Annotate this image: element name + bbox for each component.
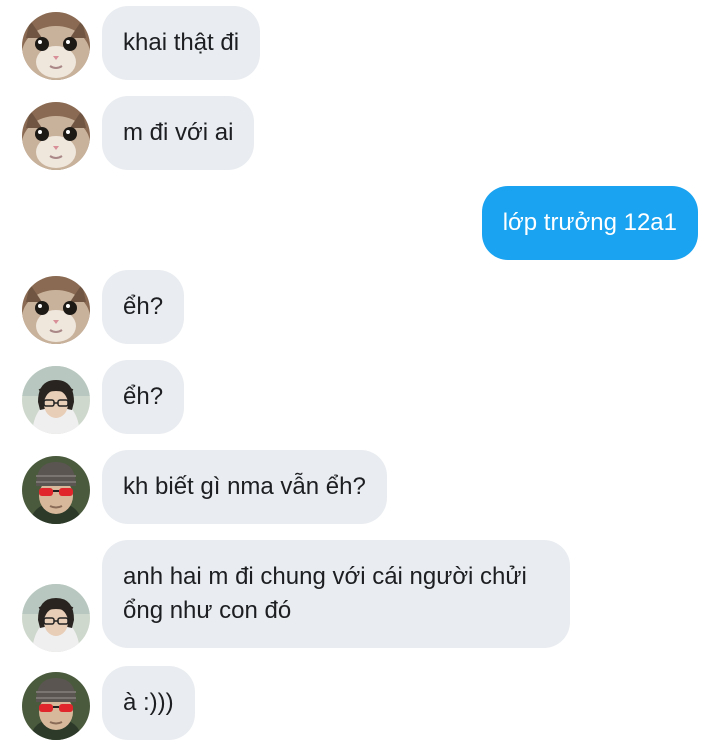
message-text: anh hai m đi chung với cái người chửi ổn… xyxy=(123,563,527,624)
chat-thread: khai thật đi m đi với ai lớp trưởng 12a1… xyxy=(0,0,720,750)
message-bubble[interactable]: à :))) xyxy=(102,666,195,740)
message-text: ểh? xyxy=(123,383,164,410)
message-bubble[interactable]: m đi với ai xyxy=(102,96,255,170)
message-text: kh biết gì nma vẫn ểh? xyxy=(123,473,366,500)
message-text: m đi với ai xyxy=(123,119,234,146)
outgoing-message-bubble[interactable]: lớp trưởng 12a1 xyxy=(481,186,698,260)
message-text: lớp trưởng 12a1 xyxy=(502,209,677,236)
beanie-guy-avatar-icon[interactable] xyxy=(22,672,90,740)
message-bubble[interactable]: anh hai m đi chung với cái người chửi ổn… xyxy=(102,540,570,648)
message-text: khai thật đi xyxy=(123,29,240,56)
message-bubble[interactable]: ểh? xyxy=(102,270,185,344)
message-bubble[interactable]: khai thật đi xyxy=(102,6,261,80)
hoodie-girl-avatar-icon[interactable] xyxy=(22,584,90,652)
message-bubble[interactable]: kh biết gì nma vẫn ểh? xyxy=(102,450,387,524)
cat-avatar-icon[interactable] xyxy=(22,12,90,80)
hoodie-girl-avatar-icon[interactable] xyxy=(22,366,90,434)
beanie-guy-avatar-icon[interactable] xyxy=(22,456,90,524)
cat-avatar-icon[interactable] xyxy=(22,276,90,344)
message-bubble[interactable]: ểh? xyxy=(102,360,185,434)
message-text: ểh? xyxy=(123,293,164,320)
message-text: à :))) xyxy=(123,689,174,716)
cat-avatar-icon[interactable] xyxy=(22,102,90,170)
